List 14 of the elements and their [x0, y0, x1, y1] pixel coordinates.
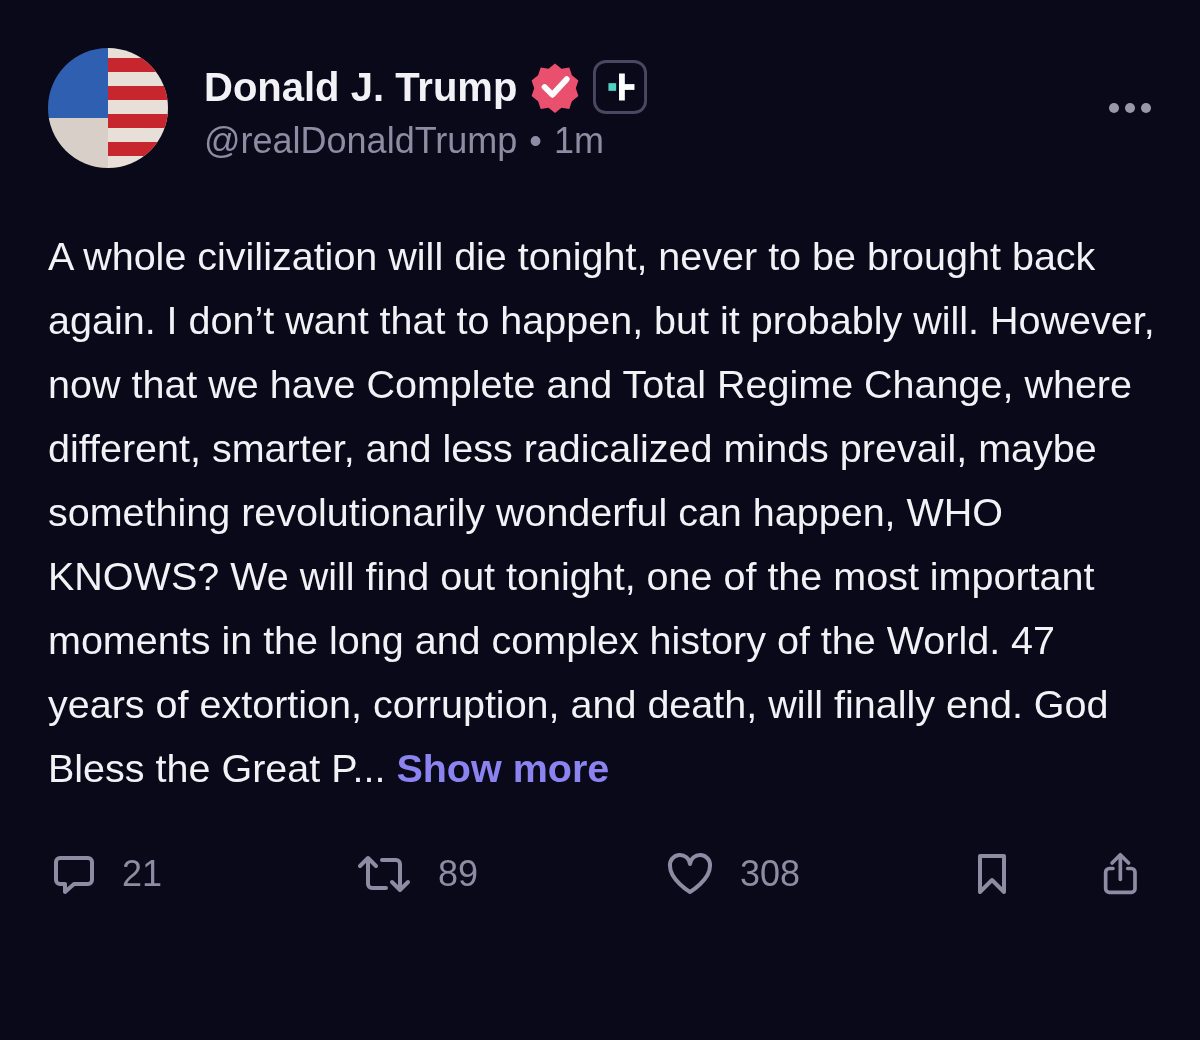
- show-more-link[interactable]: Show more: [396, 746, 610, 790]
- action-count: 21: [122, 853, 163, 895]
- post-text: A whole civilization will die tonight, never to be brought back again. I don’t want that to happen, but it probably will. However, now that we have Complete and Total Regime Change, where different, smarter, and less radicalized minds prevail, maybe something revolutionarily wonderful can happen, WHO KNOWS? We will find out tonight, one of the most important moments in the long and complex history of the World. 47 years of extortion, corruption, and death, will finally end. God Bless the Great P... Show more: [48, 233, 1156, 792]
- avatar-icon[interactable]: [48, 48, 168, 168]
- bookmark-icon[interactable]: [976, 852, 1008, 896]
- post-time: 1m: [553, 120, 604, 162]
- action-count: 89: [438, 853, 479, 895]
- share-icon[interactable]: [1102, 852, 1139, 896]
- action-count: 308: [740, 853, 801, 895]
- display-name[interactable]: Donald J. Trump: [204, 64, 518, 110]
- separator-dot: •: [529, 120, 542, 162]
- user-handle[interactable]: @realDonaldTrump: [204, 120, 518, 162]
- more-options-icon[interactable]: [1108, 102, 1152, 114]
- heart-icon[interactable]: [666, 852, 714, 896]
